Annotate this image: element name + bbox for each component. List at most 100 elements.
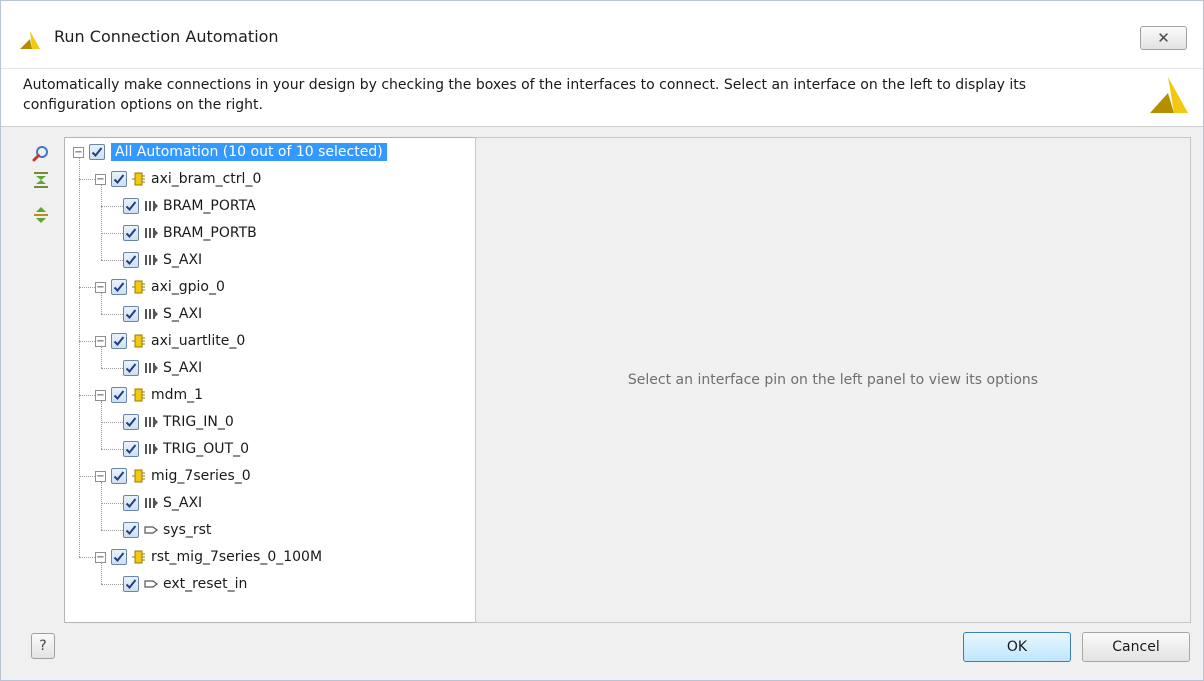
tree-leaf-sys-rst[interactable]: sys_rst — [123, 518, 211, 542]
ip-block-icon — [132, 280, 145, 294]
ip-block-icon — [132, 334, 145, 348]
options-panel: Select an interface pin on the left pane… — [475, 137, 1191, 623]
checkbox[interactable] — [123, 495, 139, 511]
tree-connector-line — [101, 563, 102, 584]
tree-leaf-label: sys_rst — [163, 522, 212, 538]
tree-node-mdm-1[interactable]: − mdm_1 — [95, 383, 203, 407]
tree-root-label: All Automation (10 out of 10 selected) — [111, 143, 387, 161]
tree-node-label: mig_7series_0 — [151, 468, 251, 484]
checkbox[interactable] — [111, 468, 127, 484]
tree-node-label: rst_mig_7series_0_100M — [151, 549, 323, 565]
expand-all-icon[interactable] — [32, 206, 50, 224]
tree-connector-line — [101, 482, 102, 530]
tree-node-label: mdm_1 — [151, 387, 204, 403]
tree-leaf-trig-out-0[interactable]: TRIG_OUT_0 — [123, 437, 249, 461]
tree-connector-line — [101, 503, 123, 504]
checkbox[interactable] — [111, 279, 127, 295]
checkbox[interactable] — [111, 549, 127, 565]
tree-connector-line — [79, 476, 95, 477]
check-icon — [113, 282, 125, 292]
check-icon — [125, 498, 137, 508]
tree-node-label: axi_gpio_0 — [151, 279, 225, 295]
tree-leaf-bram-porta[interactable]: BRAM_PORTA — [123, 194, 256, 218]
cancel-label: Cancel — [1112, 639, 1160, 655]
expander-toggle[interactable]: − — [95, 470, 106, 482]
tree-connector-line — [101, 314, 123, 315]
check-icon — [125, 309, 137, 319]
expander-toggle[interactable]: − — [95, 173, 106, 185]
bus-interface-icon — [145, 498, 158, 508]
tree-connector-line — [101, 449, 123, 450]
expander-toggle[interactable]: − — [95, 551, 106, 563]
tree-leaf-s-axi[interactable]: S_AXI — [123, 491, 202, 515]
checkbox[interactable] — [89, 144, 105, 160]
bus-interface-icon — [145, 201, 158, 211]
expander-toggle[interactable]: − — [73, 146, 84, 158]
tree-connector-line — [101, 206, 123, 207]
check-icon — [113, 390, 125, 400]
tree-leaf-label: S_AXI — [163, 495, 203, 511]
tree-node-rst-mig-7series-0-100M[interactable]: − rst_mig_7series_0_100M — [95, 545, 322, 569]
tree-node-axi-gpio-0[interactable]: − axi_gpio_0 — [95, 275, 225, 299]
search-icon[interactable] — [32, 145, 50, 163]
tree-leaf-label: S_AXI — [163, 306, 203, 322]
tree-connector-line — [79, 557, 95, 558]
check-icon — [113, 174, 125, 184]
checkbox[interactable] — [111, 333, 127, 349]
ip-block-icon — [132, 388, 145, 402]
close-icon: ✕ — [1157, 29, 1170, 47]
expander-toggle[interactable]: − — [95, 281, 106, 293]
check-icon — [113, 336, 125, 346]
tree-leaf-s-axi[interactable]: S_AXI — [123, 248, 202, 272]
ok-button[interactable]: OK — [963, 632, 1071, 662]
ip-block-icon — [132, 469, 145, 483]
tree-leaf-s-axi[interactable]: S_AXI — [123, 356, 202, 380]
tree-leaf-label: BRAM_PORTA — [163, 198, 256, 214]
checkbox[interactable] — [123, 522, 139, 538]
collapse-all-icon[interactable] — [32, 171, 50, 189]
check-icon — [125, 201, 137, 211]
tree-connector-line — [101, 260, 123, 261]
checkbox[interactable] — [111, 171, 127, 187]
checkbox[interactable] — [123, 198, 139, 214]
tree-connector-line — [79, 395, 95, 396]
tree-root[interactable]: − All Automation (10 out of 10 selected) — [73, 140, 387, 164]
bus-interface-icon — [145, 363, 158, 373]
tree-connector-line — [79, 341, 95, 342]
tree-leaf-label: S_AXI — [163, 360, 203, 376]
expander-toggle[interactable]: − — [95, 389, 106, 401]
tree-connector-line — [101, 293, 102, 314]
tree-leaf-s-axi[interactable]: S_AXI — [123, 302, 202, 326]
tree-node-axi-uartlite-0[interactable]: − axi_uartlite_0 — [95, 329, 245, 353]
tree-connector-line — [101, 368, 123, 369]
checkbox[interactable] — [123, 306, 139, 322]
tree-connector-line — [101, 347, 102, 368]
pin-icon — [144, 526, 158, 534]
tree-node-axi-bram-ctrl-0[interactable]: − axi_bram_ctrl_0 — [95, 167, 261, 191]
checkbox[interactable] — [111, 387, 127, 403]
tree-connector-line — [79, 179, 95, 180]
cancel-button[interactable]: Cancel — [1082, 632, 1190, 662]
description-text: Automatically make connections in your d… — [23, 77, 1027, 113]
checkbox[interactable] — [123, 225, 139, 241]
tree-connector-line — [101, 185, 102, 260]
pin-icon — [144, 580, 158, 588]
tree-node-mig-7series-0[interactable]: − mig_7series_0 — [95, 464, 251, 488]
tree-leaf-trig-in-0[interactable]: TRIG_IN_0 — [123, 410, 234, 434]
close-button[interactable]: ✕ — [1140, 26, 1187, 50]
check-icon — [113, 471, 125, 481]
window-title: Run Connection Automation — [54, 27, 279, 46]
tree-leaf-bram-portb[interactable]: BRAM_PORTB — [123, 221, 257, 245]
help-button[interactable]: ? — [31, 633, 55, 659]
checkbox[interactable] — [123, 252, 139, 268]
tree-node-label: axi_bram_ctrl_0 — [151, 171, 262, 187]
tree-leaf-ext-reset-in[interactable]: ext_reset_in — [123, 572, 247, 596]
tree-connector-line — [79, 287, 95, 288]
bus-interface-icon — [145, 444, 158, 454]
checkbox[interactable] — [123, 360, 139, 376]
expander-toggle[interactable]: − — [95, 335, 106, 347]
dialog: Run Connection Automation ✕ Automaticall… — [0, 0, 1204, 681]
checkbox[interactable] — [123, 441, 139, 457]
checkbox[interactable] — [123, 576, 139, 592]
checkbox[interactable] — [123, 414, 139, 430]
